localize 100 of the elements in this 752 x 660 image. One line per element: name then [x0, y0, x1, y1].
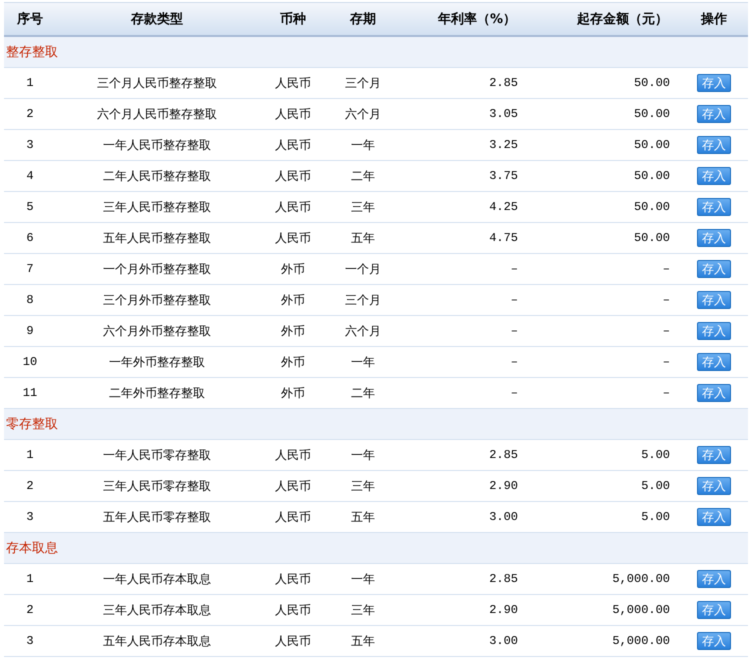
table-cell-text: 5,000.00: [611, 603, 671, 617]
deposit-button[interactable]: 存入: [697, 167, 731, 185]
table-cell-text: 二年外币整存整取: [108, 384, 206, 402]
table-cell-text: 人民币: [274, 570, 312, 588]
deposit-button[interactable]: 存入: [697, 508, 731, 526]
table-cell-text: 10: [22, 355, 38, 369]
table-cell-text: 六个月: [344, 106, 382, 122]
table-cell-text: 1: [25, 572, 35, 586]
table-cell-text: 人民币: [274, 478, 312, 494]
table-cell-text: 五年: [350, 508, 376, 526]
table-cell-text: 3.25: [488, 138, 519, 152]
table-cell-text: 五年人民币存本取息: [102, 632, 212, 650]
table-cell-text: 2: [25, 479, 35, 493]
table-cell-text: 3: [25, 510, 35, 524]
deposit-button[interactable]: 存入: [697, 446, 731, 464]
deposit-button[interactable]: 存入: [697, 477, 731, 495]
table-cell-text: 8: [25, 293, 35, 307]
table-cell-text: 3.00: [488, 634, 519, 648]
group-title: 整存整取: [6, 44, 58, 61]
deposit-button[interactable]: 存入: [697, 229, 731, 247]
table-cell-text: 3: [25, 138, 35, 152]
table-cell-text: 五年人民币整存整取: [102, 230, 212, 246]
table-cell-text: 一年外币整存整取: [108, 354, 206, 370]
table-cell-text: 三个月: [344, 292, 382, 308]
table-cell-text: 六个月: [344, 322, 382, 340]
table-cell-text: 一年人民币整存整取: [102, 136, 212, 154]
table-cell-text: 三个月: [344, 74, 382, 92]
table-cell-text: –: [662, 355, 671, 369]
table-cell-text: 外币: [280, 322, 306, 340]
table-cell-text: 三年人民币整存整取: [102, 198, 212, 216]
table-cell-text: 5.00: [640, 510, 671, 524]
deposit-button[interactable]: 存入: [697, 570, 731, 588]
deposit-button[interactable]: 存入: [697, 198, 731, 216]
table-cell-text: 11: [22, 386, 38, 400]
table-cell-text: 9: [25, 324, 35, 338]
table-cell-text: 2.90: [488, 479, 519, 493]
table-cell-text: 50.00: [632, 231, 671, 245]
table-cell-text: –: [510, 293, 519, 307]
deposit-button[interactable]: 存入: [697, 353, 731, 371]
table-cell-text: 一年: [350, 446, 376, 464]
deposit-button[interactable]: 存入: [697, 136, 731, 154]
column-header: 币种: [279, 10, 307, 28]
table-cell-text: 一年: [350, 570, 376, 588]
column-header: 序号: [16, 10, 44, 28]
table-cell-text: 外币: [280, 384, 306, 402]
table-cell-text: 人民币: [274, 198, 312, 216]
column-header: 起存金额（元）: [576, 10, 669, 28]
table-cell-text: 5: [25, 200, 35, 214]
table-cell-text: 2.85: [488, 448, 519, 462]
table-cell-text: 二年人民币整存整取: [102, 168, 212, 184]
table-cell-text: 二年: [350, 384, 376, 402]
table-cell-text: 三个月人民币整存整取: [96, 74, 218, 92]
table-cell-text: 7: [25, 262, 35, 276]
table-cell-text: 3.75: [488, 169, 519, 183]
table-cell-text: 1: [25, 76, 35, 90]
table-cell-text: 50.00: [632, 138, 671, 152]
deposit-button[interactable]: 存入: [697, 322, 731, 340]
table-cell-text: 五年人民币零存整取: [102, 508, 212, 526]
table-cell-text: 人民币: [274, 168, 312, 184]
deposit-button[interactable]: 存入: [697, 601, 731, 619]
table-cell-text: 4: [25, 169, 35, 183]
deposit-button[interactable]: 存入: [697, 384, 731, 402]
table-cell-text: 一个月: [344, 260, 382, 278]
table-cell-text: 外币: [280, 260, 306, 278]
table-cell-text: 三年: [350, 198, 376, 216]
table-cell-text: 人民币: [274, 230, 312, 246]
table-cell-text: 三年: [350, 602, 376, 618]
deposit-button[interactable]: 存入: [697, 632, 731, 650]
table-cell-text: 人民币: [274, 602, 312, 618]
table-cell-text: 50.00: [632, 107, 671, 121]
table-cell-text: 人民币: [274, 136, 312, 154]
table-cell-text: –: [662, 324, 671, 338]
table-cell-text: 3.00: [488, 510, 519, 524]
table-cell-text: 人民币: [274, 74, 312, 92]
table-cell-text: 五年: [350, 230, 376, 246]
table-cell-text: 人民币: [274, 446, 312, 464]
table-cell-text: –: [510, 262, 519, 276]
table-cell-text: 5,000.00: [611, 572, 671, 586]
table-cell-text: 5.00: [640, 479, 671, 493]
table-cell-text: 三个月外币整存整取: [102, 292, 212, 308]
deposit-button[interactable]: 存入: [697, 74, 731, 92]
table-cell-text: 人民币: [274, 106, 312, 122]
table-cell-text: 一个月外币整存整取: [102, 260, 212, 278]
table-cell-text: 二年: [350, 168, 376, 184]
table-cell-text: 三年: [350, 478, 376, 494]
column-header: 存期: [348, 11, 377, 28]
table-cell-text: 五年: [350, 632, 376, 650]
table-cell-text: 一年: [350, 354, 376, 370]
table-cell-text: 2: [25, 107, 35, 121]
table-cell-text: 2.85: [488, 76, 519, 90]
deposit-button[interactable]: 存入: [697, 291, 731, 309]
table-cell-text: 2: [25, 603, 35, 617]
table-cell-text: 一年: [350, 136, 376, 154]
table-cell-text: 50.00: [632, 76, 671, 90]
deposit-button[interactable]: 存入: [697, 105, 731, 123]
table-cell-text: 4.75: [488, 231, 519, 245]
deposit-button[interactable]: 存入: [697, 260, 731, 278]
column-header: 存款类型: [130, 11, 184, 28]
table-cell-text: –: [510, 386, 519, 400]
table-cell-text: –: [510, 355, 519, 369]
